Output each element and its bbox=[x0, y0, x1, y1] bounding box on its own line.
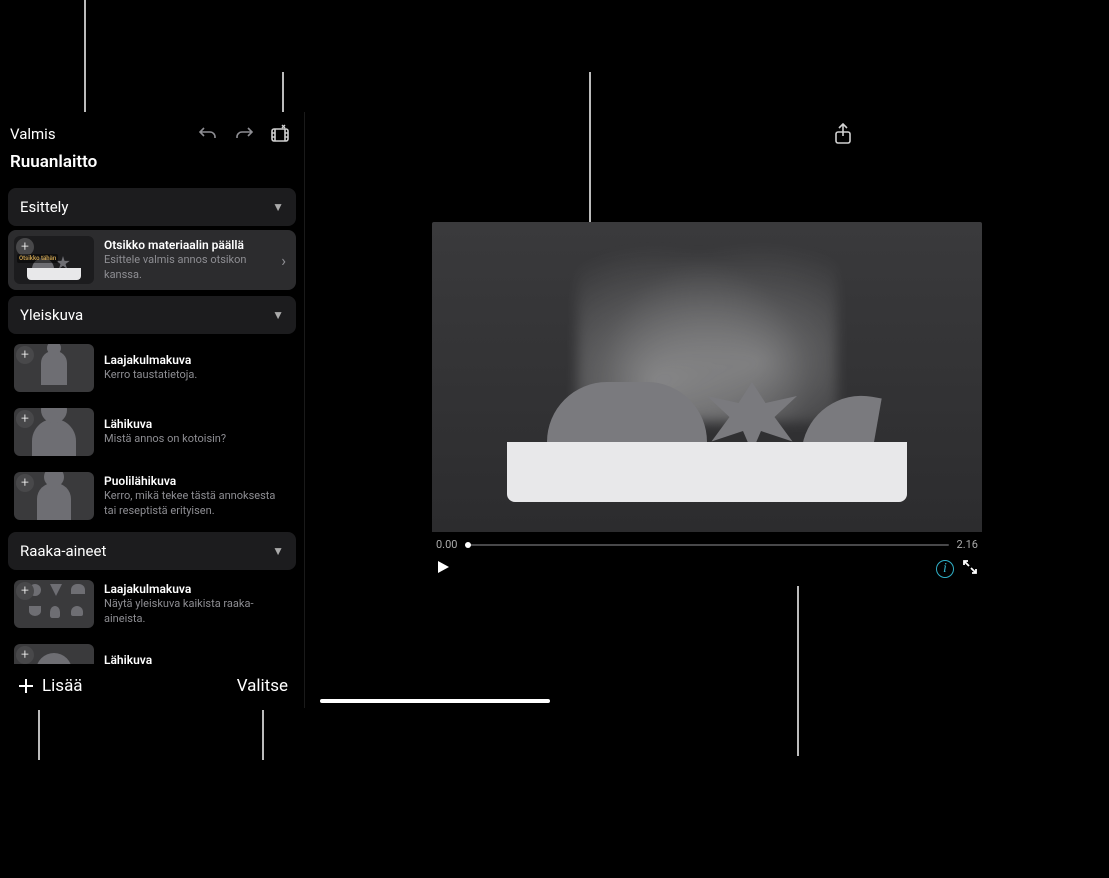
callout-line-add bbox=[38, 710, 40, 760]
add-button[interactable]: Lisää bbox=[16, 676, 83, 696]
sidebar-bottom-bar: Lisää Valitse bbox=[0, 664, 304, 708]
overlay-title-text: Otsikko tähän bbox=[17, 254, 58, 263]
play-icon[interactable] bbox=[436, 560, 450, 578]
current-time: 0.00 bbox=[436, 538, 457, 551]
viewer-canvas[interactable] bbox=[432, 222, 982, 532]
shot-desc: Mistä annos on kotoisin? bbox=[104, 432, 290, 446]
viewer-area: 0.00 2.16 i bbox=[305, 112, 1109, 708]
home-indicator bbox=[320, 699, 550, 703]
section-header-intro[interactable]: Esittely ▼ bbox=[8, 188, 296, 226]
shot-desc: Kerro taustatietoja. bbox=[104, 368, 290, 382]
storyboard-toggle-icon[interactable] bbox=[266, 120, 294, 148]
chevron-down-icon: ▼ bbox=[272, 544, 284, 558]
shot-thumbnail: + bbox=[14, 472, 94, 520]
shot-thumbnail: + bbox=[14, 344, 94, 392]
redo-icon[interactable] bbox=[230, 120, 258, 148]
shot-thumbnail: + Otsikko tähän bbox=[14, 236, 94, 284]
section-header-ingredients[interactable]: Raaka-aineet ▼ bbox=[8, 532, 296, 570]
section-title: Esittely bbox=[20, 198, 68, 216]
section-title: Yleiskuva bbox=[20, 306, 83, 324]
add-media-icon[interactable]: + bbox=[16, 582, 34, 600]
sidebar: Valmis Ruuanlaitto Esittely ▼ bbox=[0, 112, 305, 708]
share-icon[interactable] bbox=[829, 120, 857, 148]
callout-line-done bbox=[84, 0, 86, 112]
shot-title: Lähikuva bbox=[104, 653, 290, 664]
shot-title: Lähikuva bbox=[104, 417, 290, 431]
section-header-overview[interactable]: Yleiskuva ▼ bbox=[8, 296, 296, 334]
shot-title: Laajakulmakuva bbox=[104, 582, 290, 596]
shot-list[interactable]: Esittely ▼ + Otsikko tähän Otsikko mater… bbox=[0, 182, 304, 664]
shot-desc: Kerro, mikä tekee tästä annoksesta tai r… bbox=[104, 489, 290, 518]
shot-thumbnail: + bbox=[14, 408, 94, 456]
select-button[interactable]: Valitse bbox=[237, 676, 288, 696]
add-media-icon[interactable]: + bbox=[16, 646, 34, 664]
add-media-icon[interactable]: + bbox=[16, 474, 34, 492]
add-media-icon[interactable]: + bbox=[16, 410, 34, 428]
section-title: Raaka-aineet bbox=[20, 542, 106, 560]
viewer-controls: i bbox=[432, 557, 982, 585]
viewer: 0.00 2.16 i bbox=[432, 222, 982, 585]
shot-title: Laajakulmakuva bbox=[104, 353, 290, 367]
fullscreen-icon[interactable] bbox=[962, 559, 978, 579]
playhead[interactable] bbox=[465, 542, 471, 548]
shot-title: Puolilähikuva bbox=[104, 474, 290, 488]
chevron-right-icon: › bbox=[281, 251, 290, 270]
shot-item-closeup[interactable]: + Lähikuva Mistä annos on kotoisin? bbox=[8, 402, 296, 462]
shot-title: Otsikko materiaalin päällä bbox=[104, 238, 271, 252]
shot-item-ingredients-wide[interactable]: + Laajakulmakuva Näytä yleiskuva kaikist… bbox=[8, 574, 296, 634]
add-media-icon[interactable]: + bbox=[16, 346, 34, 364]
callout-line-select bbox=[262, 710, 264, 760]
shot-item-title-over-media[interactable]: + Otsikko tähän Otsikko materiaalin pääl… bbox=[8, 230, 296, 290]
project-title: Ruuanlaitto bbox=[0, 152, 304, 182]
chevron-down-icon: ▼ bbox=[272, 308, 284, 322]
add-label: Lisää bbox=[42, 676, 83, 696]
sidebar-topbar: Valmis bbox=[0, 112, 304, 152]
scrubber[interactable]: 0.00 2.16 bbox=[432, 532, 982, 557]
bowl-graphic bbox=[507, 402, 907, 502]
shot-thumbnail: + bbox=[14, 580, 94, 628]
app-window: Valmis Ruuanlaitto Esittely ▼ bbox=[0, 112, 1109, 708]
chevron-down-icon: ▼ bbox=[272, 200, 284, 214]
shot-desc: Esittele valmis annos otsikon kanssa. bbox=[104, 253, 271, 282]
info-icon[interactable]: i bbox=[936, 560, 954, 578]
shot-item-medium[interactable]: + Puolilähikuva Kerro, mikä tekee tästä … bbox=[8, 466, 296, 526]
done-button[interactable]: Valmis bbox=[10, 125, 56, 143]
undo-icon[interactable] bbox=[194, 120, 222, 148]
duration: 2.16 bbox=[957, 538, 978, 551]
shot-thumbnail: + bbox=[14, 644, 94, 664]
shot-item-wide[interactable]: + Laajakulmakuva Kerro taustatietoja. bbox=[8, 338, 296, 398]
shot-desc: Näytä yleiskuva kaikista raaka-aineista. bbox=[104, 597, 290, 626]
shot-item-ingredient-close-1[interactable]: + Lähikuva Näytä ja kuvaile raaka-aine 1… bbox=[8, 638, 296, 664]
scrubber-track[interactable] bbox=[465, 544, 948, 546]
